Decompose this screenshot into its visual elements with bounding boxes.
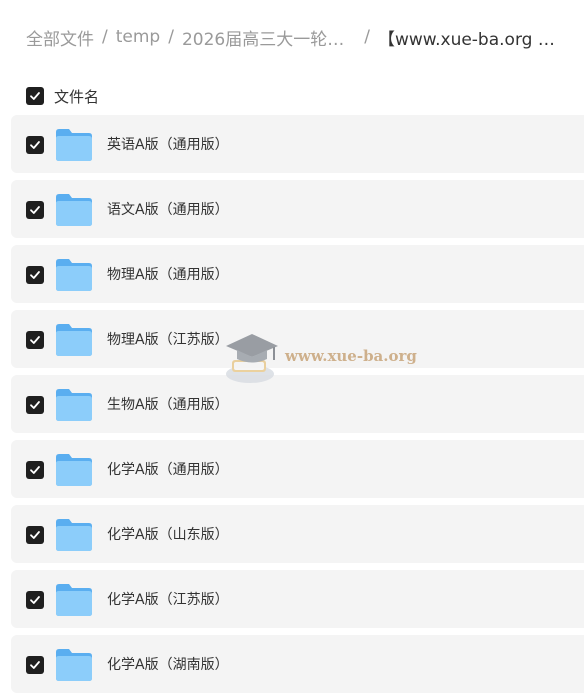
file-name[interactable]: 化学A版（江苏版） xyxy=(107,589,229,609)
file-row[interactable]: 化学A版（山东版） xyxy=(11,505,584,563)
file-row[interactable]: 物理A版（江苏版） xyxy=(11,310,584,368)
folder-icon xyxy=(56,194,92,226)
file-row[interactable]: 语文A版（通用版） xyxy=(11,180,584,238)
folder-icon xyxy=(56,389,92,421)
row-checkbox[interactable] xyxy=(26,201,44,219)
check-icon xyxy=(30,336,40,344)
select-all-checkbox[interactable] xyxy=(26,87,44,105)
breadcrumb-separator: / xyxy=(102,27,108,47)
folder-icon xyxy=(56,519,92,551)
file-row[interactable]: 化学A版（江苏版） xyxy=(11,570,584,628)
check-icon xyxy=(30,401,40,409)
breadcrumb-item-all-files[interactable]: 全部文件 xyxy=(26,25,94,50)
folder-icon xyxy=(56,259,92,291)
breadcrumb-item-current: 【www.xue-ba.org … xyxy=(377,29,555,50)
folder-icon xyxy=(56,454,92,486)
column-header-filename[interactable]: 文件名 xyxy=(54,86,99,107)
breadcrumb-item-temp[interactable]: temp xyxy=(116,27,160,47)
file-list-header: 文件名 xyxy=(26,85,99,107)
file-name[interactable]: 化学A版（通用版） xyxy=(107,459,229,479)
check-icon xyxy=(30,141,40,149)
row-checkbox[interactable] xyxy=(26,266,44,284)
file-name[interactable]: 物理A版（通用版） xyxy=(107,264,229,284)
check-icon xyxy=(30,466,40,474)
folder-icon xyxy=(56,584,92,616)
file-row[interactable]: 生物A版（通用版） xyxy=(11,375,584,433)
file-row[interactable]: 物理A版（通用版） xyxy=(11,245,584,303)
file-name[interactable]: 英语A版（通用版） xyxy=(107,134,229,154)
file-row[interactable]: 化学A版（通用版） xyxy=(11,440,584,498)
folder-icon xyxy=(56,649,92,681)
folder-icon xyxy=(56,324,92,356)
file-name[interactable]: 物理A版（江苏版） xyxy=(107,329,229,349)
row-checkbox[interactable] xyxy=(26,461,44,479)
check-icon xyxy=(30,661,40,669)
file-row[interactable]: 化学A版（湖南版） xyxy=(11,635,584,693)
folder-icon xyxy=(56,129,92,161)
row-checkbox[interactable] xyxy=(26,396,44,414)
check-icon xyxy=(30,271,40,279)
file-name[interactable]: 化学A版（湖南版） xyxy=(107,654,229,674)
check-icon xyxy=(30,92,40,100)
file-name[interactable]: 化学A版（山东版） xyxy=(107,524,229,544)
breadcrumb-separator: / xyxy=(168,27,174,47)
breadcrumb: 全部文件 / temp / 2026届高三大一轮… / 【www.xue-ba.… xyxy=(26,25,584,50)
file-name[interactable]: 生物A版（通用版） xyxy=(107,394,229,414)
check-icon xyxy=(30,206,40,214)
check-icon xyxy=(30,531,40,539)
check-icon xyxy=(30,596,40,604)
file-name[interactable]: 语文A版（通用版） xyxy=(107,199,229,219)
row-checkbox[interactable] xyxy=(26,331,44,349)
breadcrumb-item-folder[interactable]: 2026届高三大一轮… xyxy=(182,25,344,50)
row-checkbox[interactable] xyxy=(26,591,44,609)
row-checkbox[interactable] xyxy=(26,526,44,544)
file-row[interactable]: 英语A版（通用版） xyxy=(11,115,584,173)
breadcrumb-separator: / xyxy=(364,27,370,47)
row-checkbox[interactable] xyxy=(26,656,44,674)
row-checkbox[interactable] xyxy=(26,136,44,154)
file-list: 英语A版（通用版） 语文A版（通用版） 物理A版（通用版） 物理A版（江苏版） 生物A版… xyxy=(11,115,584,700)
